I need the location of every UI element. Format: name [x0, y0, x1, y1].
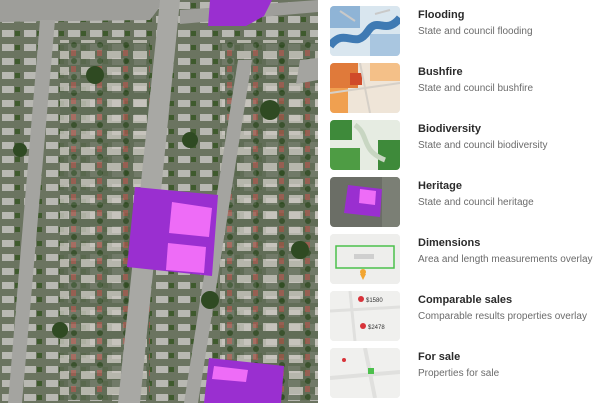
price-label: $2478 — [368, 325, 385, 331]
layer-subtitle: Area and length measurements overlay — [418, 254, 593, 265]
dimensions-map-thumbnail — [330, 234, 400, 284]
heritage-parcel-highlight[interactable] — [166, 243, 206, 273]
flood-map-thumbnail — [330, 6, 400, 56]
layer-for-sale[interactable]: For sale Properties for sale — [330, 348, 600, 400]
layer-title: Comparable sales — [418, 294, 513, 306]
heritage-map-thumbnail — [330, 177, 400, 227]
layer-title: Heritage — [418, 180, 463, 192]
layer-title: Flooding — [418, 9, 465, 21]
layer-subtitle: State and council biodiversity — [418, 140, 548, 151]
layer-comparable-sales[interactable]: $1580 $2478 Comparable sales Comparable … — [330, 291, 600, 343]
comparable-sales-map-thumbnail: $1580 $2478 — [330, 291, 400, 341]
layer-title: Biodiversity — [418, 123, 481, 135]
layer-subtitle: State and council bushfire — [418, 83, 534, 94]
layer-subtitle: State and council heritage — [418, 197, 534, 208]
layer-subtitle: Comparable results properties overlay — [418, 311, 587, 322]
layer-bushfire[interactable]: Bushfire State and council bushfire — [330, 63, 600, 115]
layer-title: Bushfire — [418, 66, 463, 78]
layer-dimensions[interactable]: Dimensions Area and length measurements … — [330, 234, 600, 286]
heritage-parcel-highlight[interactable] — [169, 202, 212, 237]
for-sale-map-thumbnail — [330, 348, 400, 398]
map-layers-panel: Flooding State and council flooding Bush… — [318, 0, 600, 403]
map-canvas[interactable] — [0, 0, 318, 403]
layer-biodiversity[interactable]: Biodiversity State and council biodivers… — [330, 120, 600, 172]
satellite-map[interactable] — [0, 0, 318, 403]
biodiversity-map-thumbnail — [330, 120, 400, 170]
layer-heritage[interactable]: Heritage State and council heritage — [330, 177, 600, 229]
bushfire-map-thumbnail — [330, 63, 400, 113]
layer-subtitle: State and council flooding — [418, 26, 533, 37]
layer-subtitle: Properties for sale — [418, 368, 500, 379]
layer-title: For sale — [418, 351, 461, 363]
layer-flooding[interactable]: Flooding State and council flooding — [330, 6, 600, 58]
main-road — [0, 0, 165, 22]
layer-title: Dimensions — [418, 237, 481, 249]
price-label: $1580 — [366, 298, 383, 304]
